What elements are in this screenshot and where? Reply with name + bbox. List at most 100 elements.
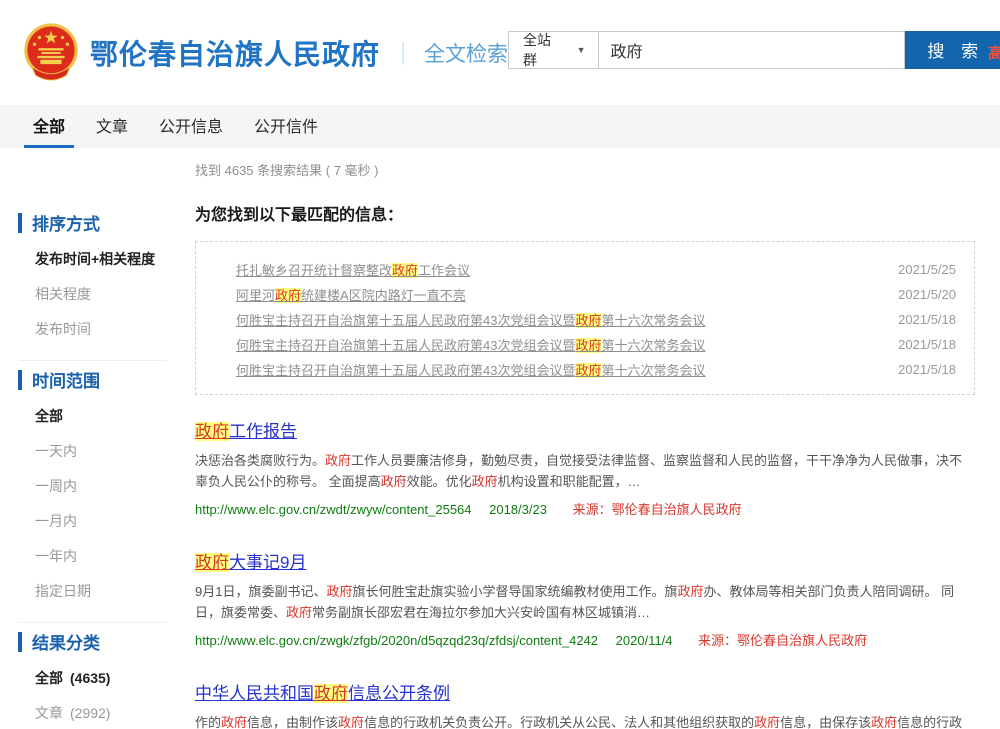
sidebar-section-result-category: 结果分类 全部(4635) 文章(2992) 公开信息(1630) — [18, 629, 167, 729]
sidebar-item-label: 发布时间 — [35, 321, 91, 337]
title-divider: ｜ — [392, 37, 414, 69]
tab[interactable]: 公开信件 — [245, 105, 327, 148]
result-title-link[interactable]: 政府大事记9月 — [195, 548, 306, 573]
result-source-label: 来源： — [698, 633, 737, 648]
sidebar-section-title: 结果分类 — [18, 629, 167, 654]
result-url: http://www.elc.gov.cn/zwdt/zwyw/content_… — [195, 502, 472, 517]
best-match-row: 何胜宝主持召开自治旗第十五届人民政府第43次党组会议暨政府第十六次常务会议 20… — [236, 357, 956, 382]
search-scope-label: 全站群 — [523, 30, 563, 70]
tab-label: 公开信件 — [254, 113, 318, 137]
site-subtitle: 全文检索 — [424, 38, 508, 68]
best-match-date: 2021/5/20 — [898, 287, 956, 302]
best-match-link[interactable]: 托扎敏乡召开统计督察整改政府工作会议 — [236, 260, 470, 279]
result-snippet: 决惩治各类腐败行为。政府工作人员要廉洁修身，勤勉尽责，自觉接受法律监督、监察监督… — [195, 450, 975, 492]
sidebar-section-title-text: 时间范围 — [32, 367, 100, 392]
best-match-link[interactable]: 何胜宝主持召开自治旗第十五届人民政府第43次党组会议暨政府第十六次常务会议 — [236, 360, 706, 379]
sidebar-section-sort: 排序方式 发布时间+相关程度 相关程度 发布时间 — [18, 210, 167, 361]
best-match-heading: 为您找到以下最匹配的信息： — [195, 201, 975, 225]
best-match-box: 托扎敏乡召开统计督察整改政府工作会议 2021/5/25 阿里河政府统建楼A区院… — [195, 241, 975, 395]
tab-label: 全部 — [33, 113, 65, 137]
sidebar-item[interactable]: 指定日期 — [18, 573, 167, 608]
sidebar-item-label: 一年内 — [35, 548, 77, 564]
search-result: 政府工作报告 决惩治各类腐败行为。政府工作人员要廉洁修身，勤勉尽责，自觉接受法律… — [195, 417, 975, 518]
sidebar-item[interactable]: 一年内 — [18, 538, 167, 573]
sidebar-section-title: 时间范围 — [18, 367, 167, 392]
page: 鄂伦春自治旗人民政府 ｜ 全文检索 全站群 ▼ 搜 索 高 全部 文章 公开信息 — [0, 0, 1000, 729]
accent-bar — [18, 632, 22, 652]
chevron-down-icon: ▼ — [577, 45, 586, 55]
site-title[interactable]: 鄂伦春自治旗人民政府 — [90, 33, 380, 73]
sidebar-item[interactable]: 发布时间 — [18, 311, 167, 346]
sidebar-item[interactable]: 文章 (2992) — [18, 695, 167, 729]
best-match-row: 阿里河政府统建楼A区院内路灯一直不亮 2021/5/20 — [236, 282, 956, 307]
best-match-date: 2021/5/18 — [898, 312, 956, 327]
search-result: 政府大事记9月 9月1日，旗委副书记、政府旗长何胜宝赴旗实验小学督导国家统编教材… — [195, 548, 975, 649]
sidebar-item-label: 全部 — [35, 670, 63, 686]
best-match-date: 2021/5/25 — [898, 262, 956, 277]
sidebar-item-count: (2992) — [70, 705, 110, 721]
sidebar-item-label: 全部 — [35, 408, 63, 424]
sidebar-item-label: 一天内 — [35, 443, 77, 459]
accent-bar — [18, 370, 22, 390]
sidebar-section-time-range: 时间范围 全部 一天内 一周内 一月内 — [18, 367, 167, 623]
result-source: 来源：鄂伦春自治旗人民政府 — [573, 502, 742, 517]
header: 鄂伦春自治旗人民政府 ｜ 全文检索 全站群 ▼ 搜 索 高 — [0, 0, 1000, 105]
result-snippet: 9月1日，旗委副书记、政府旗长何胜宝赴旗实验小学督导国家统编教材使用工作。旗政府… — [195, 581, 975, 623]
sidebar-item-label: 文章 — [35, 705, 63, 721]
search-result: 中华人民共和国政府信息公开条例 作的政府信息，由制作该政府信息的行政机关负责公开… — [195, 679, 975, 729]
tab[interactable]: 文章 — [87, 105, 137, 148]
sidebar-item[interactable]: 相关程度 — [18, 276, 167, 311]
result-type-tabs: 全部 文章 公开信息 公开信件 — [0, 105, 1000, 148]
sidebar-item[interactable]: 一周内 — [18, 468, 167, 503]
search-button[interactable]: 搜 索 — [905, 31, 1000, 69]
result-meta: http://www.elc.gov.cn/zwdt/zwyw/content_… — [195, 499, 975, 518]
result-title-link[interactable]: 政府工作报告 — [195, 417, 297, 442]
sidebar-item-label: 一周内 — [35, 478, 77, 494]
main-results: 找到 4635 条搜索结果 ( 7 毫秒 ) 为您找到以下最匹配的信息： 托扎敏… — [195, 148, 1000, 729]
sidebar-item-label: 相关程度 — [35, 286, 91, 302]
sidebar-section-title: 排序方式 — [18, 210, 167, 235]
sidebar-section-title-text: 排序方式 — [32, 210, 100, 235]
result-source-name: 鄂伦春自治旗人民政府 — [737, 633, 867, 648]
content: 排序方式 发布时间+相关程度 相关程度 发布时间 — [0, 148, 1000, 729]
advanced-search-link[interactable]: 高 — [988, 42, 1000, 63]
sidebar-item[interactable]: 发布时间+相关程度 — [18, 241, 167, 276]
result-source: 来源：鄂伦春自治旗人民政府 — [698, 633, 867, 648]
best-match-link[interactable]: 何胜宝主持召开自治旗第十五届人民政府第43次党组会议暨政府第十六次常务会议 — [236, 310, 706, 329]
best-match-row: 何胜宝主持召开自治旗第十五届人民政府第43次党组会议暨政府第十六次常务会议 20… — [236, 307, 956, 332]
result-source-label: 来源： — [573, 502, 612, 517]
sidebar-item[interactable]: 一天内 — [18, 433, 167, 468]
tab[interactable]: 公开信息 — [150, 105, 232, 148]
result-date: 2020/11/4 — [616, 633, 673, 648]
sidebar-item-label: 一月内 — [35, 513, 77, 529]
best-match-row: 托扎敏乡召开统计督察整改政府工作会议 2021/5/25 — [236, 257, 956, 282]
sidebar-section-title-text: 结果分类 — [32, 629, 100, 654]
result-snippet: 作的政府信息，由制作该政府信息的行政机关负责公开。行政机关从公民、法人和其他组织… — [195, 712, 975, 729]
result-url: http://www.elc.gov.cn/zwgk/zfgb/2020n/d5… — [195, 633, 598, 648]
sidebar: 排序方式 发布时间+相关程度 相关程度 发布时间 — [0, 148, 195, 729]
best-match-link[interactable]: 阿里河政府统建楼A区院内路灯一直不亮 — [236, 285, 466, 304]
search-scope-select[interactable]: 全站群 ▼ — [508, 31, 598, 69]
sidebar-item[interactable]: 全部 — [18, 398, 167, 433]
sidebar-item-label: 发布时间+相关程度 — [35, 251, 155, 267]
result-title-link[interactable]: 中华人民共和国政府信息公开条例 — [195, 679, 450, 704]
tab-label: 文章 — [96, 113, 128, 137]
result-source-name: 鄂伦春自治旗人民政府 — [612, 502, 742, 517]
best-match-date: 2021/5/18 — [898, 362, 956, 377]
search-input[interactable] — [599, 31, 906, 69]
result-date: 2018/3/23 — [489, 502, 547, 517]
sidebar-item[interactable]: 全部 (4635) — [18, 660, 167, 695]
best-match-link[interactable]: 何胜宝主持召开自治旗第十五届人民政府第43次党组会议暨政府第十六次常务会议 — [236, 335, 706, 354]
tab-label: 公开信息 — [159, 113, 223, 137]
search-bar: 全站群 ▼ 搜 索 — [508, 31, 1000, 69]
best-match-date: 2021/5/18 — [898, 337, 956, 352]
sidebar-item-count: (4635) — [70, 670, 110, 686]
national-emblem-logo — [22, 23, 80, 83]
tab[interactable]: 全部 — [24, 105, 74, 148]
results-info: 找到 4635 条搜索结果 ( 7 毫秒 ) — [195, 160, 975, 179]
result-meta: http://www.elc.gov.cn/zwgk/zfgb/2020n/d5… — [195, 630, 975, 649]
best-match-row: 何胜宝主持召开自治旗第十五届人民政府第43次党组会议暨政府第十六次常务会议 20… — [236, 332, 956, 357]
sidebar-item[interactable]: 一月内 — [18, 503, 167, 538]
accent-bar — [18, 213, 22, 233]
sidebar-item-label: 指定日期 — [35, 583, 91, 599]
